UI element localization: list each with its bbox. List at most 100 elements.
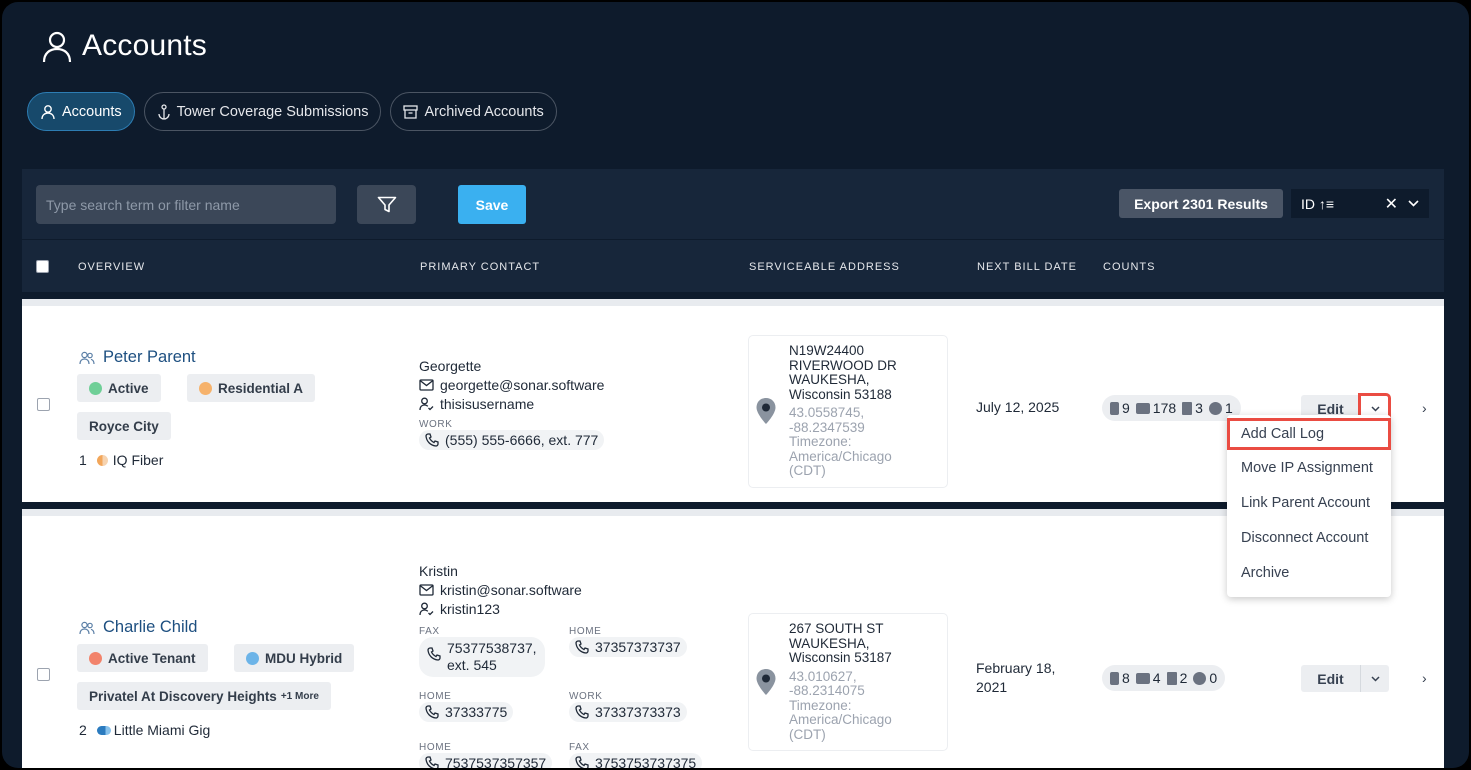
row-actions: Edit: [1301, 665, 1389, 692]
map-pin-icon: [756, 398, 776, 425]
phone-number[interactable]: 37357373737: [569, 637, 687, 657]
actions-dropdown-toggle[interactable]: [1360, 665, 1389, 692]
menu-item-link-parent-account[interactable]: Link Parent Account: [1227, 485, 1391, 520]
page-title-text: Accounts: [82, 29, 207, 62]
status-dot: [89, 651, 102, 665]
envelope-icon: [419, 583, 434, 596]
phone-icon: [427, 647, 441, 661]
service-type-icon: [96, 454, 108, 466]
column-header-overview[interactable]: OVERVIEW: [78, 261, 145, 273]
tab-archived-accounts[interactable]: Archived Accounts: [390, 92, 557, 131]
clear-icon[interactable]: ✕: [1385, 194, 1398, 214]
chevron-down-icon[interactable]: [1408, 200, 1419, 207]
app-window: Accounts Accounts Tower Coverage Submiss…: [2, 2, 1469, 768]
user-icon: [41, 104, 55, 119]
phone-number[interactable]: 75377538737, ext. 545: [419, 637, 545, 677]
account-name-link[interactable]: Peter Parent: [79, 348, 196, 367]
sort-selector[interactable]: ID ↑≡ ✕: [1291, 189, 1429, 218]
chevron-down-icon: [1370, 675, 1380, 682]
contact-email[interactable]: georgette@sonar.software: [440, 377, 604, 393]
group-badge: Royce City: [77, 412, 171, 440]
tab-accounts[interactable]: Accounts: [27, 92, 135, 131]
chevron-right-icon[interactable]: ›: [1422, 670, 1427, 686]
row-checkbox[interactable]: [37, 668, 50, 681]
sort-label: ID ↑≡: [1301, 195, 1335, 212]
search-input[interactable]: Type search term or filter name: [36, 185, 336, 224]
device-icon: [1208, 401, 1222, 415]
users-icon: [79, 351, 95, 364]
phone-entry: HOME 37333775: [419, 691, 514, 724]
column-header-next-bill-date[interactable]: NEXT BILL DATE: [977, 261, 1077, 273]
phone-number[interactable]: 37337373373: [569, 702, 687, 722]
menu-item-archive[interactable]: Archive: [1227, 555, 1391, 590]
contact-username: thisisusername: [440, 395, 535, 412]
map-pin-icon: [756, 669, 776, 695]
tab-label: Accounts: [62, 103, 122, 120]
phone-label: WORK: [419, 419, 453, 430]
service-plan: 1 IQ Fiber: [79, 452, 164, 468]
phone-icon: [425, 756, 439, 768]
phone-number[interactable]: (555) 555-6666, ext. 777: [419, 430, 605, 450]
table-header: OVERVIEW PRIMARY CONTACT SERVICEABLE ADD…: [22, 239, 1444, 292]
phone-entry: FAX 3753753737375: [569, 742, 703, 768]
phone-icon: [425, 705, 439, 719]
contact-name: Kristin: [419, 562, 458, 579]
phone-number[interactable]: 7537537357357: [419, 753, 553, 768]
service-type-icon: [96, 725, 111, 735]
menu-item-disconnect-account[interactable]: Disconnect Account: [1227, 520, 1391, 555]
serviceable-address: 267 SOUTH ST WAUKESHA, Wisconsin 53187 4…: [748, 613, 948, 751]
service-plan: 2 Little Miami Gig: [79, 722, 211, 738]
tab-label: Tower Coverage Submissions: [176, 103, 369, 120]
export-button[interactable]: Export 2301 Results: [1119, 189, 1283, 218]
chevron-right-icon[interactable]: ›: [1422, 400, 1427, 416]
filter-icon: [377, 196, 396, 212]
contact-username: kristin123: [440, 600, 500, 617]
users-icon: [79, 621, 95, 634]
anchor-icon: [158, 103, 170, 120]
phone-number[interactable]: 3753753737375: [569, 753, 703, 768]
menu-item-add-call-log[interactable]: Add Call Log: [1227, 418, 1391, 450]
row-checkbox[interactable]: [37, 398, 50, 411]
tab-tower-coverage[interactable]: Tower Coverage Submissions: [143, 92, 382, 131]
briefcase-icon: [1135, 402, 1150, 414]
status-badge: Active Tenant: [77, 644, 208, 672]
phone-entry: WORK 37337373373: [569, 691, 687, 724]
phone-icon: [425, 433, 439, 447]
filter-button[interactable]: [357, 185, 416, 224]
envelope-icon: [419, 378, 434, 391]
page-title: Accounts: [40, 29, 207, 63]
clipboard-icon: [1110, 671, 1119, 685]
account-type-dot: [199, 381, 212, 395]
briefcase-icon: [1135, 672, 1150, 684]
chevron-down-icon: [1370, 405, 1380, 412]
more-groups-link[interactable]: +1 More: [281, 691, 319, 702]
contact-email[interactable]: kristin@sonar.software: [440, 582, 582, 598]
save-button[interactable]: Save: [458, 185, 526, 224]
column-header-primary-contact[interactable]: PRIMARY CONTACT: [420, 261, 540, 273]
account-name-link[interactable]: Charlie Child: [79, 618, 197, 637]
user-check-icon: [419, 602, 434, 615]
column-header-counts[interactable]: COUNTS: [1103, 261, 1155, 273]
row-actions-menu: Add Call Log Move IP Assignment Link Par…: [1227, 415, 1391, 597]
select-all-checkbox[interactable]: [36, 260, 49, 273]
phone-icon: [575, 640, 589, 654]
counts-badge: 8 4 2 0: [1102, 665, 1226, 691]
phone-icon: [575, 756, 589, 768]
column-header-serviceable-address[interactable]: SERVICEABLE ADDRESS: [749, 261, 900, 273]
phone-entry: HOME 7537537357357: [419, 742, 553, 768]
menu-item-move-ip-assignment[interactable]: Move IP Assignment: [1227, 450, 1391, 485]
status-badge: Active: [77, 374, 161, 402]
toolbar: Type search term or filter name Save Exp…: [22, 169, 1444, 239]
account-type-badge: MDU Hybrid: [234, 644, 355, 672]
edit-button[interactable]: Edit: [1301, 665, 1360, 692]
clipboard-icon: [1110, 401, 1119, 415]
phone-number[interactable]: 37333775: [419, 702, 514, 722]
archive-box-icon: [403, 105, 419, 119]
next-bill-date: February 18, 2021: [976, 660, 1056, 695]
phone-icon: [575, 705, 589, 719]
user-icon: [42, 31, 72, 63]
notepad-icon: [1166, 671, 1177, 685]
device-icon: [1193, 671, 1207, 685]
group-badge: Privatel At Discovery Heights +1 More: [77, 682, 331, 710]
next-bill-date: July 12, 2025: [976, 399, 1060, 415]
